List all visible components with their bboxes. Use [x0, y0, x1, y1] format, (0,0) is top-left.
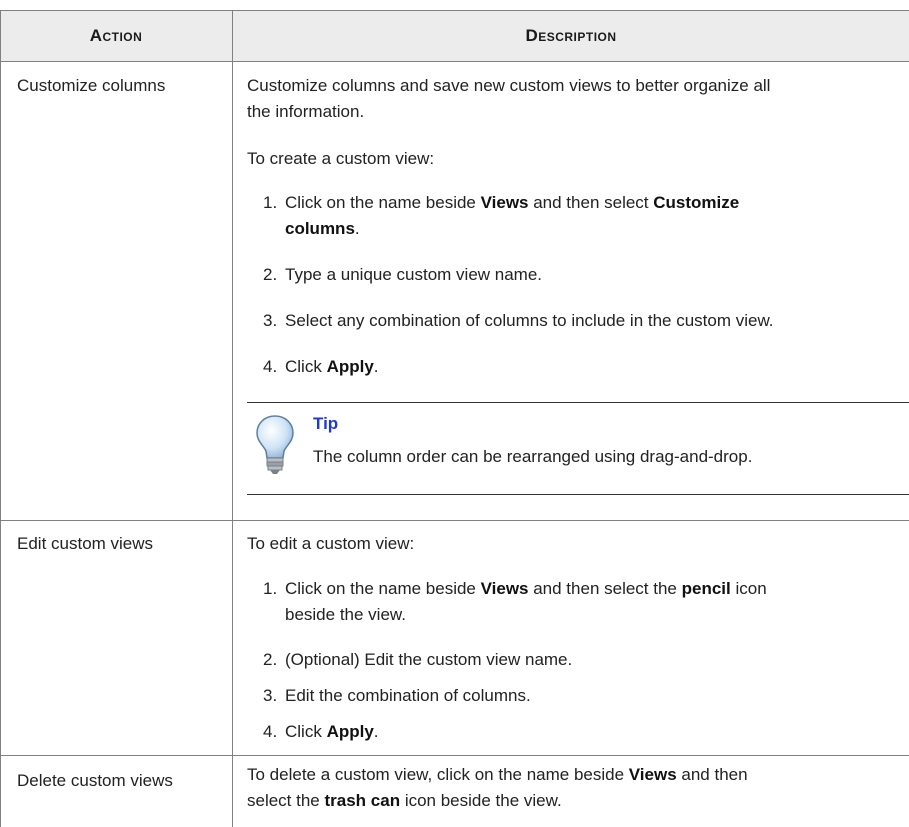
row1-lead: To create a custom view:: [247, 149, 435, 168]
action-customize-columns: Customize columns: [17, 76, 166, 95]
table-header: Action Description: [0, 10, 909, 62]
list-item: 1. Click on the name beside Views and th…: [263, 193, 740, 238]
lightbulb-icon: [255, 414, 295, 476]
row3-line2: select the trash can icon beside the vie…: [247, 791, 562, 810]
list-item: 4. Click Apply.: [263, 722, 379, 741]
row-divider: [0, 520, 909, 521]
row2-lead: To edit a custom view:: [247, 534, 415, 553]
action-delete-custom-views: Delete custom views: [17, 771, 173, 790]
table-left-border: [0, 10, 1, 827]
tip-top-rule: [247, 402, 909, 403]
list-item: 1. Click on the name beside Views and th…: [263, 579, 767, 624]
action-edit-custom-views: Edit custom views: [17, 534, 154, 553]
header-action: Action: [89, 26, 143, 45]
tip-text: The column order can be rearranged using…: [313, 447, 753, 466]
column-divider: [232, 10, 233, 827]
row1-intro-line1: Customize columns and save new custom vi…: [247, 76, 771, 95]
list-item: 3. Edit the combination of columns.: [263, 686, 531, 705]
list-item: 2. (Optional) Edit the custom view name.: [263, 650, 573, 669]
tip-title: Tip: [313, 414, 339, 433]
tip-bottom-rule: [247, 494, 909, 495]
list-item: 3. Select any combination of columns to …: [263, 311, 774, 330]
row3-line1: To delete a custom view, click on the na…: [247, 765, 748, 784]
row-divider: [0, 755, 909, 756]
header-description: Description: [525, 26, 617, 45]
list-item: 2. Type a unique custom view name.: [263, 265, 543, 284]
row1-intro-line2: the information.: [247, 102, 365, 121]
list-item: 4. Click Apply.: [263, 357, 379, 376]
